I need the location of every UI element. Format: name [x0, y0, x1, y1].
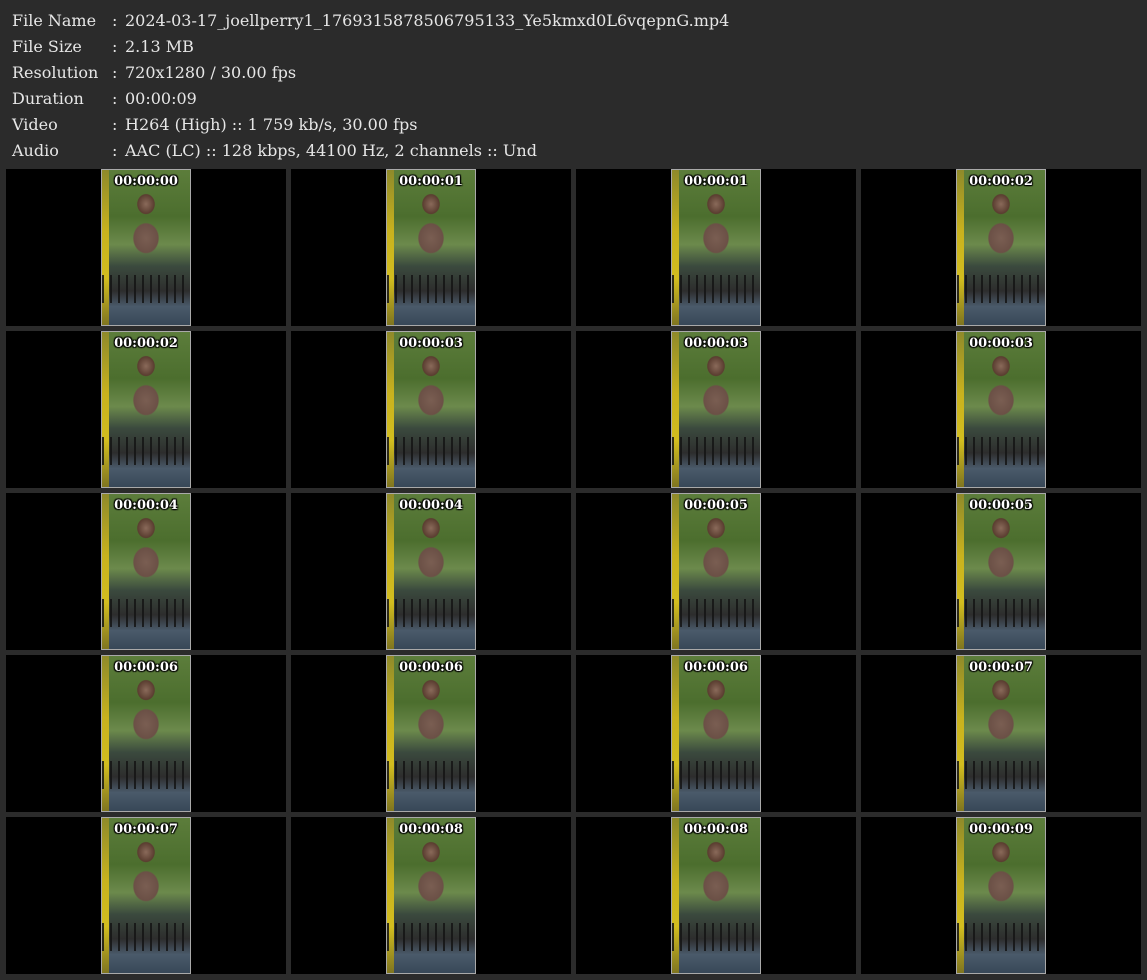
frame-timestamp: 00:00:01 — [684, 174, 748, 189]
frame-timestamp: 00:00:06 — [684, 660, 748, 675]
video-frame-image — [956, 655, 1046, 812]
frame-timestamp: 00:00:08 — [399, 822, 463, 837]
thumbnail-cell: 00:00:05 — [576, 493, 856, 650]
frame-timestamp: 00:00:03 — [969, 336, 1033, 351]
info-value: AAC (LC) :: 128 kbps, 44100 Hz, 2 channe… — [125, 141, 537, 160]
video-frame-image — [101, 331, 191, 488]
thumbnail-cell: 00:00:08 — [576, 817, 856, 974]
video-frame-image — [671, 169, 761, 326]
thumbnail-cell: 00:00:06 — [576, 655, 856, 812]
video-frame-image — [671, 331, 761, 488]
thumbnail-cell: 00:00:01 — [576, 169, 856, 326]
frame-timestamp: 00:00:01 — [399, 174, 463, 189]
video-frame-image — [386, 169, 476, 326]
info-separator: : — [112, 11, 118, 30]
frame-timestamp: 00:00:05 — [684, 498, 748, 513]
thumbnail-cell: 00:00:03 — [861, 331, 1141, 488]
thumbnail-cell: 00:00:06 — [291, 655, 571, 812]
info-key: File Name — [12, 11, 97, 30]
video-frame-image — [956, 169, 1046, 326]
frame-timestamp: 00:00:06 — [114, 660, 178, 675]
video-frame-image — [671, 493, 761, 650]
info-row-resolution: Resolution : 720x1280 / 30.00 fps — [12, 60, 729, 86]
thumbnail-cell: 00:00:05 — [861, 493, 1141, 650]
thumbnail-cell: 00:00:04 — [6, 493, 286, 650]
frame-timestamp: 00:00:04 — [399, 498, 463, 513]
info-key: Audio — [12, 141, 59, 160]
info-key: Video — [12, 115, 58, 134]
frame-timestamp: 00:00:03 — [399, 336, 463, 351]
thumbnail-grid: 00:00:00 00:00:01 00:00:01 00:00:02 00:00:02… — [6, 169, 1142, 974]
info-row-file-name: File Name : 2024-03-17_joellperry1_17693… — [12, 8, 729, 34]
video-frame-image — [386, 493, 476, 650]
thumbnail-cell: 00:00:04 — [291, 493, 571, 650]
info-separator: : — [112, 63, 118, 82]
frame-timestamp: 00:00:04 — [114, 498, 178, 513]
video-frame-image — [101, 493, 191, 650]
frame-timestamp: 00:00:07 — [969, 660, 1033, 675]
thumbnail-cell: 00:00:06 — [6, 655, 286, 812]
info-value: 2024-03-17_joellperry1_17693158785067951… — [125, 11, 730, 30]
frame-timestamp: 00:00:08 — [684, 822, 748, 837]
thumbnail-cell: 00:00:03 — [576, 331, 856, 488]
info-separator: : — [112, 37, 118, 56]
video-frame-image — [101, 169, 191, 326]
info-key: Resolution — [12, 63, 99, 82]
frame-timestamp: 00:00:09 — [969, 822, 1033, 837]
thumbnail-cell: 00:00:02 — [6, 331, 286, 488]
info-key: Duration — [12, 89, 84, 108]
frame-timestamp: 00:00:06 — [399, 660, 463, 675]
file-info-panel: File Name : 2024-03-17_joellperry1_17693… — [12, 8, 729, 164]
video-frame-image — [386, 655, 476, 812]
video-frame-image — [386, 817, 476, 974]
info-row-duration: Duration : 00:00:09 — [12, 86, 729, 112]
thumbnail-cell: 00:00:02 — [861, 169, 1141, 326]
info-value: 00:00:09 — [125, 89, 197, 108]
thumbnail-cell: 00:00:08 — [291, 817, 571, 974]
thumbnail-cell: 00:00:03 — [291, 331, 571, 488]
info-value: H264 (High) :: 1 759 kb/s, 30.00 fps — [125, 115, 418, 134]
video-frame-image — [956, 331, 1046, 488]
video-frame-image — [671, 655, 761, 812]
info-row-video: Video : H264 (High) :: 1 759 kb/s, 30.00… — [12, 112, 729, 138]
frame-timestamp: 00:00:05 — [969, 498, 1033, 513]
video-frame-image — [956, 493, 1046, 650]
info-separator: : — [112, 141, 118, 160]
thumbnail-cell: 00:00:07 — [861, 655, 1141, 812]
video-frame-image — [101, 655, 191, 812]
info-key: File Size — [12, 37, 82, 56]
thumbnail-cell: 00:00:09 — [861, 817, 1141, 974]
info-value: 720x1280 / 30.00 fps — [125, 63, 297, 82]
video-frame-image — [101, 817, 191, 974]
frame-timestamp: 00:00:03 — [684, 336, 748, 351]
info-separator: : — [112, 89, 118, 108]
frame-timestamp: 00:00:00 — [114, 174, 178, 189]
thumbnail-cell: 00:00:01 — [291, 169, 571, 326]
info-row-file-size: File Size : 2.13 MB — [12, 34, 729, 60]
video-frame-image — [671, 817, 761, 974]
thumbnail-cell: 00:00:00 — [6, 169, 286, 326]
info-value: 2.13 MB — [125, 37, 194, 56]
video-frame-image — [386, 331, 476, 488]
frame-timestamp: 00:00:07 — [114, 822, 178, 837]
frame-timestamp: 00:00:02 — [114, 336, 178, 351]
video-frame-image — [956, 817, 1046, 974]
thumbnail-cell: 00:00:07 — [6, 817, 286, 974]
info-row-audio: Audio : AAC (LC) :: 128 kbps, 44100 Hz, … — [12, 138, 729, 164]
info-separator: : — [112, 115, 118, 134]
frame-timestamp: 00:00:02 — [969, 174, 1033, 189]
